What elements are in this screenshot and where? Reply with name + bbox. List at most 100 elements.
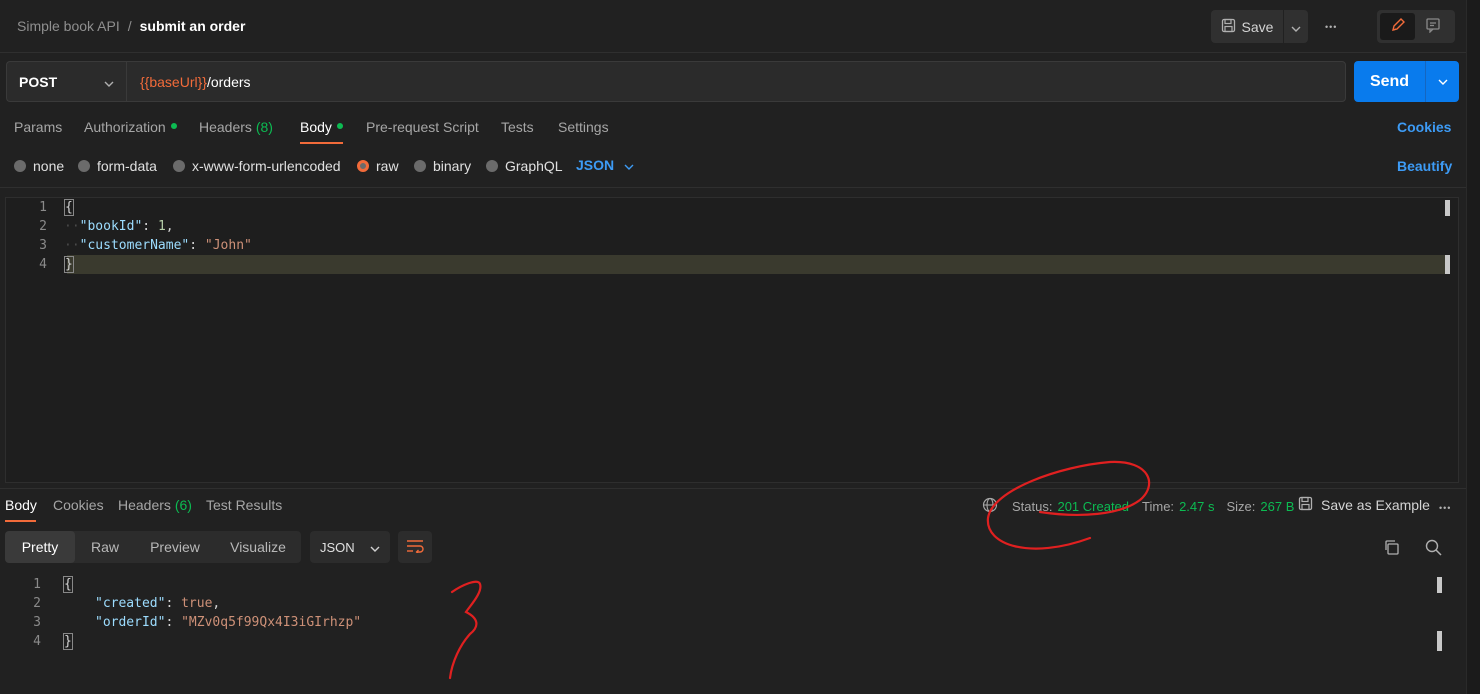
- request-body-editor[interactable]: 1 { 2 ··"bookId": 1, 3 ··"customerName":…: [5, 197, 1459, 483]
- tab-body[interactable]: Body: [300, 119, 343, 135]
- code-line: 3 ··"customerName": "John": [6, 236, 1458, 255]
- response-tab-headers-label: Headers: [118, 497, 171, 513]
- divider: [0, 187, 1466, 188]
- response-format-select[interactable]: JSON: [310, 531, 390, 563]
- tab-tests[interactable]: Tests: [501, 119, 534, 135]
- tab-settings[interactable]: Settings: [558, 119, 609, 135]
- comment-mode-button[interactable]: [1415, 13, 1450, 40]
- view-tab-pretty[interactable]: Pretty: [5, 531, 75, 563]
- status-label: Status:: [1012, 499, 1053, 514]
- save-label: Save: [1241, 18, 1274, 35]
- tab-prerequest-script[interactable]: Pre-request Script: [366, 119, 479, 135]
- tab-headers[interactable]: Headers (8): [199, 119, 273, 135]
- size-label: Size:: [1226, 499, 1256, 514]
- response-body-viewer[interactable]: 1 { 2 "created": true, 3 "orderId": "MZv…: [0, 573, 1466, 694]
- save-options-chevron-down-icon[interactable]: [1284, 19, 1308, 35]
- more-actions-icon[interactable]: •••: [1439, 503, 1451, 513]
- copy-icon[interactable]: [1383, 539, 1400, 559]
- tab-params[interactable]: Params: [14, 119, 62, 135]
- view-tab-preview[interactable]: Preview: [135, 531, 215, 563]
- save-button[interactable]: Save: [1211, 10, 1283, 43]
- open-brace: {: [64, 199, 74, 216]
- radio-urlencoded[interactable]: x-www-form-urlencoded: [173, 158, 341, 174]
- save-button-group: Save: [1211, 10, 1308, 43]
- radio-graphql[interactable]: GraphQL: [486, 158, 563, 174]
- url-path: /orders: [206, 73, 251, 90]
- scrollbar-marker[interactable]: [1437, 631, 1442, 651]
- time-value[interactable]: 2.47 s: [1179, 499, 1214, 514]
- method-select[interactable]: POST: [6, 61, 126, 102]
- breadcrumb-collection[interactable]: Simple book API: [17, 18, 120, 34]
- save-as-example-button[interactable]: Save as Example: [1298, 496, 1430, 514]
- request-title[interactable]: submit an order: [140, 18, 246, 34]
- line-number: 2: [33, 596, 41, 611]
- globe-icon[interactable]: [982, 497, 998, 516]
- code-line: 2 ··"bookId": 1,: [6, 217, 1458, 236]
- time-label: Time:: [1142, 499, 1175, 514]
- code-line: 3 "orderId": "MZv0q5f99Qx4I3iGIrhzp": [0, 613, 1466, 632]
- radio-binary[interactable]: binary: [414, 158, 471, 174]
- send-options-chevron-down-icon[interactable]: [1426, 79, 1459, 85]
- url-input[interactable]: {{baseUrl}} /orders: [126, 61, 1346, 102]
- code-line: 4 }: [0, 632, 1466, 651]
- body-language-select[interactable]: JSON: [576, 157, 634, 173]
- close-brace: }: [63, 633, 73, 650]
- send-button[interactable]: Send: [1354, 73, 1425, 91]
- method-label: POST: [19, 73, 58, 90]
- radio-urlencoded-label: x-www-form-urlencoded: [192, 158, 341, 174]
- response-format-label: JSON: [320, 539, 355, 555]
- response-view-tabs: Pretty Raw Preview Visualize: [5, 531, 301, 563]
- save-as-example-label: Save as Example: [1321, 497, 1430, 513]
- response-tab-test-results[interactable]: Test Results: [206, 497, 282, 513]
- size-value[interactable]: 267 B: [1260, 499, 1294, 514]
- json-value: 1: [157, 219, 166, 234]
- radio-form-data[interactable]: form-data: [78, 158, 157, 174]
- line-number: 4: [39, 257, 47, 272]
- breadcrumb: Simple book API / submit an order: [17, 18, 245, 34]
- search-icon[interactable]: [1425, 539, 1442, 559]
- json-key: "customerName": [79, 238, 190, 253]
- response-tab-headers[interactable]: Headers (6): [118, 497, 192, 513]
- active-tab-indicator: [5, 520, 36, 522]
- radio-circle: [414, 160, 426, 172]
- right-sidebar-edge: [1466, 0, 1480, 694]
- tab-authorization-label: Authorization: [84, 119, 166, 135]
- line-number: 1: [33, 577, 41, 592]
- json-value: true: [181, 596, 213, 611]
- code-line: 1 {: [6, 198, 1458, 217]
- tab-headers-label: Headers: [199, 119, 252, 135]
- status-dot: [336, 123, 343, 130]
- radio-raw[interactable]: raw: [357, 158, 399, 174]
- view-tab-visualize[interactable]: Visualize: [215, 531, 301, 563]
- scrollbar-marker[interactable]: [1445, 255, 1450, 274]
- radio-raw-label: raw: [376, 158, 399, 174]
- radio-circle-selected: [357, 160, 369, 172]
- code-line: 1 {: [0, 575, 1466, 594]
- edit-mode-button[interactable]: [1380, 13, 1415, 40]
- scrollbar-marker[interactable]: [1445, 200, 1450, 216]
- tab-authorization[interactable]: Authorization: [84, 119, 177, 135]
- radio-none[interactable]: none: [14, 158, 64, 174]
- radio-circle: [486, 160, 498, 172]
- radio-circle: [14, 160, 26, 172]
- active-tab-indicator: [300, 142, 343, 144]
- more-actions-icon[interactable]: •••: [1325, 22, 1345, 32]
- status-value[interactable]: 201 Created: [1057, 499, 1129, 514]
- line-number: 3: [33, 615, 41, 630]
- mode-toggle: [1377, 10, 1455, 43]
- response-tab-cookies[interactable]: Cookies: [53, 497, 104, 513]
- cookies-link[interactable]: Cookies: [1397, 119, 1451, 135]
- wrap-lines-icon: [406, 539, 424, 556]
- wrap-lines-button[interactable]: [398, 531, 432, 563]
- radio-form-data-label: form-data: [97, 158, 157, 174]
- open-brace: {: [63, 576, 73, 593]
- save-icon: [1221, 18, 1236, 36]
- chevron-down-icon: [104, 74, 114, 90]
- beautify-link[interactable]: Beautify: [1397, 158, 1452, 174]
- scrollbar-marker[interactable]: [1437, 577, 1442, 593]
- response-headers-count: (6): [174, 497, 192, 513]
- code-line: 2 "created": true,: [0, 594, 1466, 613]
- view-tab-raw[interactable]: Raw: [75, 531, 135, 563]
- response-tab-body[interactable]: Body: [5, 497, 37, 513]
- line-number: 4: [33, 634, 41, 649]
